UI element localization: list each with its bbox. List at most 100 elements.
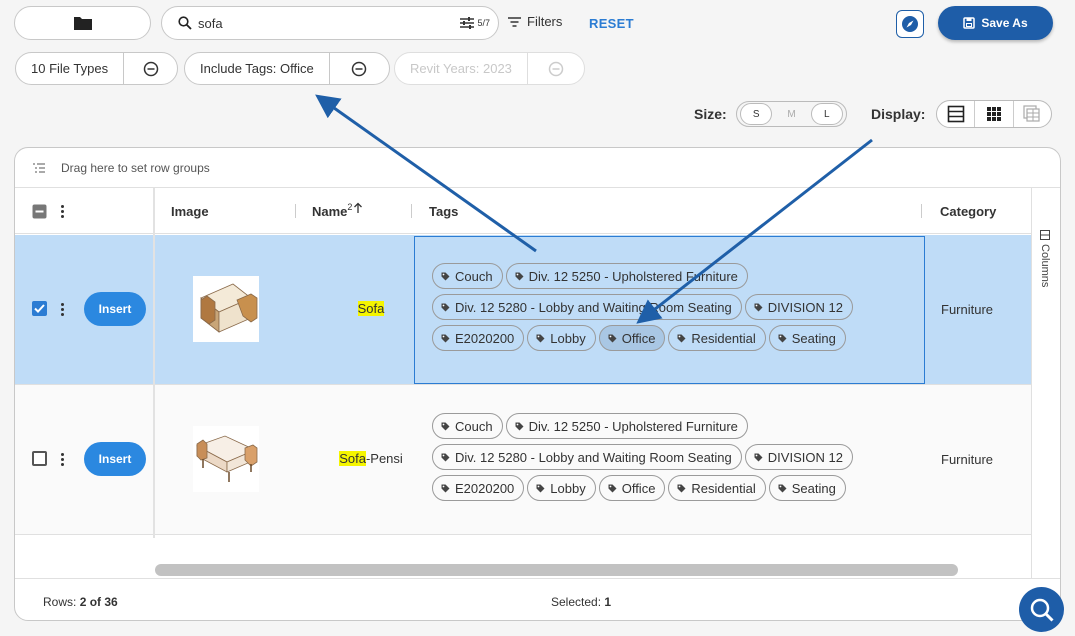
- sofa-pensi-thumbnail: [193, 426, 259, 492]
- tag-list: Couch Div. 12 5250 - Upholstered Furnitu…: [432, 263, 892, 351]
- remove-filter-button: [528, 53, 584, 84]
- minus-circle-icon: [548, 61, 564, 76]
- display-gallery-button[interactable]: [1014, 101, 1051, 127]
- tag-chip[interactable]: Couch: [432, 413, 503, 439]
- compass-button[interactable]: [896, 10, 924, 38]
- row-count: Rows: 2 of 36: [43, 595, 118, 609]
- tag-chip[interactable]: Office: [598, 475, 666, 501]
- list-icon: [947, 105, 964, 123]
- chip-revit-years: Revit Years: 2023: [394, 52, 585, 85]
- row-checkbox[interactable]: [32, 451, 47, 466]
- compass-icon: [902, 16, 918, 32]
- columns-side-panel[interactable]: Columns: [1031, 188, 1060, 578]
- tag-chip[interactable]: DIVISION 12: [744, 294, 853, 320]
- select-all-checkbox[interactable]: [32, 188, 47, 234]
- remove-filter-button[interactable]: [330, 53, 389, 84]
- row-groups-icon: [33, 163, 45, 172]
- tag-icon: [608, 484, 617, 492]
- tag-icon: [677, 334, 686, 342]
- grid-header: Image Name 2 Tags Category: [15, 188, 1031, 234]
- tag-list: Couch Div. 12 5250 - Upholstered Furnitu…: [432, 413, 892, 501]
- size-large-button[interactable]: L: [810, 103, 843, 125]
- tag-icon: [778, 484, 787, 492]
- chip-file-types-label: 10 File Types: [16, 53, 125, 84]
- tag-chip[interactable]: Seating: [768, 475, 846, 501]
- search-input[interactable]: sofa 5/7: [161, 6, 499, 40]
- sort-index: 2: [347, 202, 353, 212]
- check-icon: [34, 304, 45, 313]
- tag-icon: [536, 484, 545, 492]
- column-header-image[interactable]: Image: [171, 188, 209, 234]
- reset-button[interactable]: RESET: [589, 16, 634, 31]
- minus-circle-icon: [352, 61, 367, 76]
- tag-icon: [754, 303, 763, 311]
- column-header-category[interactable]: Category: [940, 188, 996, 234]
- tag-chip[interactable]: Div. 12 5250 - Upholstered Furniture: [505, 413, 748, 439]
- folder-button[interactable]: [14, 6, 151, 40]
- tag-chip[interactable]: E2020200: [432, 325, 525, 351]
- row-checkbox[interactable]: [32, 301, 47, 316]
- horizontal-scrollbar[interactable]: [155, 564, 958, 576]
- folder-icon: [73, 17, 92, 30]
- display-list-button[interactable]: [937, 101, 976, 127]
- tag-icon: [441, 484, 450, 492]
- gallery-icon: [1023, 105, 1040, 122]
- row-groups-panel[interactable]: Drag here to set row groups: [15, 148, 1060, 188]
- column-header-tags[interactable]: Tags: [429, 188, 458, 234]
- tag-chip[interactable]: Residential: [668, 475, 766, 501]
- tag-chip[interactable]: E2020200: [432, 475, 525, 501]
- header-menu-icon[interactable]: [61, 188, 64, 234]
- tag-icon: [441, 334, 450, 342]
- category-value: Furniture: [941, 452, 994, 467]
- tag-chip[interactable]: Lobby: [527, 475, 596, 501]
- tag-chip[interactable]: DIVISION 12: [744, 444, 853, 470]
- match-count: 5/7: [477, 18, 490, 28]
- save-icon: [963, 17, 976, 29]
- search-options-icon[interactable]: [459, 16, 475, 30]
- filters-button[interactable]: Filters: [508, 14, 562, 29]
- remove-filter-button[interactable]: [124, 53, 177, 84]
- category-value: Furniture: [941, 302, 994, 317]
- tag-chip[interactable]: Couch: [432, 263, 503, 289]
- tag-chip[interactable]: Div. 12 5280 - Lobby and Waiting Room Se…: [432, 294, 742, 320]
- sofa-thumbnail: [193, 276, 259, 342]
- asset-name: Sofa: [357, 301, 385, 316]
- tag-icon: [677, 484, 686, 492]
- tag-icon: [515, 272, 524, 280]
- row-menu-icon[interactable]: [61, 303, 65, 316]
- tag-icon: [515, 422, 524, 430]
- size-selector: S M L: [736, 101, 847, 127]
- minus-circle-icon: [143, 61, 158, 76]
- tag-chip[interactable]: Div. 12 5280 - Lobby and Waiting Room Se…: [432, 444, 742, 470]
- tag-chip[interactable]: Lobby: [527, 325, 596, 351]
- tag-chip[interactable]: Seating: [768, 325, 846, 351]
- column-header-name[interactable]: Name 2: [312, 188, 363, 234]
- save-as-button[interactable]: Save As: [938, 6, 1053, 40]
- column-header-name-label: Name: [312, 203, 348, 219]
- row-groups-hint: Drag here to set row groups: [61, 160, 210, 175]
- chip-file-types[interactable]: 10 File Types: [15, 52, 178, 85]
- selected-count: Selected: 1: [551, 595, 612, 609]
- display-grid-button[interactable]: [975, 101, 1014, 127]
- help-search-button[interactable]: [1019, 587, 1064, 632]
- insert-button[interactable]: Insert: [84, 292, 146, 326]
- display-label: Display:: [871, 106, 926, 122]
- tag-chip[interactable]: Div. 12 5250 - Upholstered Furniture: [505, 263, 748, 289]
- row-menu-icon[interactable]: [61, 453, 65, 466]
- display-selector: [936, 100, 1052, 128]
- chip-include-tags[interactable]: Include Tags: Office: [184, 52, 390, 85]
- tag-chip-active[interactable]: Office: [598, 325, 666, 351]
- grid-icon: [986, 107, 1001, 121]
- table-row[interactable]: Insert Sofa-Pensi Couch Div. 12 5250 - U…: [15, 385, 1031, 535]
- tag-icon: [778, 334, 787, 342]
- table-row[interactable]: Insert Sofa Couch Div. 12 5250 - Upholst…: [15, 235, 1031, 385]
- chip-revit-years-label: Revit Years: 2023: [395, 53, 528, 84]
- tag-icon: [536, 334, 545, 342]
- tag-chip[interactable]: Residential: [668, 325, 766, 351]
- insert-button[interactable]: Insert: [84, 442, 146, 476]
- tag-icon: [608, 334, 617, 342]
- sort-ascending-icon: [354, 202, 363, 213]
- filter-icon: [508, 16, 521, 27]
- size-small-button[interactable]: S: [740, 103, 773, 125]
- tag-icon: [441, 422, 450, 430]
